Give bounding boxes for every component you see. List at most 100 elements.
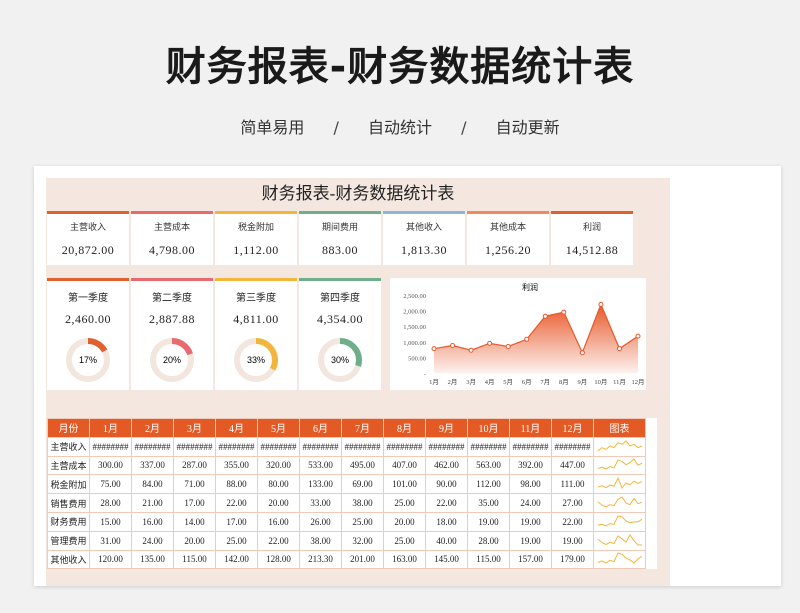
table-cell[interactable]: 337.00: [131, 455, 174, 476]
sparkline-cell: [593, 493, 646, 513]
table-cell[interactable]: ########: [467, 436, 510, 457]
table-cell[interactable]: 33.00: [299, 493, 342, 513]
table-cell[interactable]: 24.00: [131, 530, 174, 551]
table-cell[interactable]: 40.00: [425, 530, 468, 551]
table-cell[interactable]: 201.00: [341, 549, 384, 570]
y-tick-label: -: [424, 371, 426, 378]
table-cell[interactable]: ########: [425, 436, 468, 457]
column-header: 1月: [89, 418, 132, 438]
table-cell[interactable]: 16.00: [257, 511, 300, 532]
table-cell[interactable]: 19.00: [467, 511, 510, 532]
table-cell[interactable]: 25.00: [215, 530, 258, 551]
table-cell[interactable]: 25.00: [341, 511, 384, 532]
table-cell[interactable]: 19.00: [509, 530, 552, 551]
table-cell[interactable]: 38.00: [299, 530, 342, 551]
table-cell[interactable]: 24.00: [509, 493, 552, 513]
table-cell[interactable]: 407.00: [383, 455, 426, 476]
table-cell[interactable]: 462.00: [425, 455, 468, 476]
table-cell[interactable]: 495.00: [341, 455, 384, 476]
table-cell[interactable]: 25.00: [383, 530, 426, 551]
table-cell[interactable]: 20.00: [173, 530, 216, 551]
kpi-label: 税金附加: [237, 222, 274, 232]
column-header: 6月: [299, 418, 342, 438]
data-point: [431, 346, 437, 352]
table-cell[interactable]: 300.00: [89, 455, 132, 476]
y-tick-label: 2,000.00: [403, 309, 426, 316]
table-cell[interactable]: 21.00: [131, 493, 174, 513]
table-cell[interactable]: 20.00: [257, 493, 300, 513]
table-cell[interactable]: 128.00: [257, 549, 300, 570]
table-cell[interactable]: 75.00: [89, 474, 132, 495]
table-cell[interactable]: 32.00: [341, 530, 384, 551]
table-cell[interactable]: 25.00: [383, 493, 426, 513]
table-cell[interactable]: 26.00: [299, 511, 342, 532]
table-cell[interactable]: 392.00: [509, 455, 552, 476]
table-cell[interactable]: 287.00: [173, 455, 216, 476]
table-cell[interactable]: 17.00: [215, 511, 258, 532]
table-cell[interactable]: 16.00: [131, 511, 174, 532]
table-cell[interactable]: 88.00: [215, 474, 258, 495]
table-cell[interactable]: 115.00: [467, 549, 510, 570]
table-cell[interactable]: 213.30: [299, 549, 342, 570]
table-cell[interactable]: 38.00: [341, 493, 384, 513]
table-cell[interactable]: 20.00: [383, 511, 426, 532]
kpi-value: 883.00: [322, 243, 358, 257]
table-cell[interactable]: 142.00: [215, 549, 258, 570]
x-tick-label: 7月: [540, 378, 550, 386]
table-cell[interactable]: 163.00: [383, 549, 426, 570]
y-tick-label: 1,500.00: [403, 324, 426, 331]
table-cell[interactable]: ########: [89, 436, 132, 457]
table-cell[interactable]: 179.00: [551, 549, 594, 570]
table-cell[interactable]: 80.00: [257, 474, 300, 495]
table-cell[interactable]: ########: [131, 436, 174, 457]
table-cell[interactable]: 135.00: [131, 549, 174, 570]
table-cell[interactable]: 101.00: [383, 474, 426, 495]
table-cell[interactable]: 111.00: [551, 474, 594, 495]
table-cell[interactable]: 69.00: [341, 474, 384, 495]
table-cell[interactable]: 320.00: [257, 455, 300, 476]
kpi-label: 主营收入: [69, 222, 106, 232]
table-cell[interactable]: 447.00: [551, 455, 594, 476]
table-cell[interactable]: ########: [215, 436, 258, 457]
table-cell[interactable]: ########: [173, 436, 216, 457]
table-cell[interactable]: 19.00: [509, 511, 552, 532]
table-cell[interactable]: 355.00: [215, 455, 258, 476]
table-cell[interactable]: 98.00: [509, 474, 552, 495]
table-cell[interactable]: 71.00: [173, 474, 216, 495]
table-cell[interactable]: ########: [341, 436, 384, 457]
table-cell[interactable]: 19.00: [551, 530, 594, 551]
table-cell[interactable]: 157.00: [509, 549, 552, 570]
table-cell[interactable]: 563.00: [467, 455, 510, 476]
table-cell[interactable]: ########: [299, 436, 342, 457]
table-cell[interactable]: ########: [509, 436, 552, 457]
sparkline-line: [597, 533, 642, 546]
table-cell[interactable]: 120.00: [89, 549, 132, 570]
table-cell[interactable]: ########: [551, 436, 594, 457]
table-cell[interactable]: 133.00: [299, 474, 342, 495]
table-cell[interactable]: 17.00: [173, 493, 216, 513]
table-cell[interactable]: ########: [257, 436, 300, 457]
table-cell[interactable]: 145.00: [425, 549, 468, 570]
table-cell[interactable]: 115.00: [173, 549, 216, 570]
donut-percent: 20%: [163, 355, 181, 365]
table-row: 税金附加 75.00 84.00 71.00 88.00 80.00 133.00 69.00…: [47, 474, 646, 495]
table-cell[interactable]: 31.00: [89, 530, 132, 551]
table-cell[interactable]: 27.00: [551, 493, 594, 513]
table-cell[interactable]: 14.00: [173, 511, 216, 532]
table-cell[interactable]: 18.00: [425, 511, 468, 532]
table-cell[interactable]: 22.00: [215, 493, 258, 513]
table-cell[interactable]: 84.00: [131, 474, 174, 495]
quarter-value: 4,354.00: [317, 312, 363, 326]
table-cell[interactable]: 35.00: [467, 493, 510, 513]
table-cell[interactable]: ########: [383, 436, 426, 457]
table-cell[interactable]: 15.00: [89, 511, 132, 532]
table-cell[interactable]: 22.00: [551, 511, 594, 532]
table-cell[interactable]: 112.00: [467, 474, 510, 495]
table-cell[interactable]: 22.00: [425, 493, 468, 513]
table-cell[interactable]: 90.00: [425, 474, 468, 495]
table-cell[interactable]: 28.00: [89, 493, 132, 513]
table-cell[interactable]: 533.00: [299, 455, 342, 476]
data-point: [468, 347, 474, 353]
table-cell[interactable]: 22.00: [257, 530, 300, 551]
table-cell[interactable]: 28.00: [467, 530, 510, 551]
